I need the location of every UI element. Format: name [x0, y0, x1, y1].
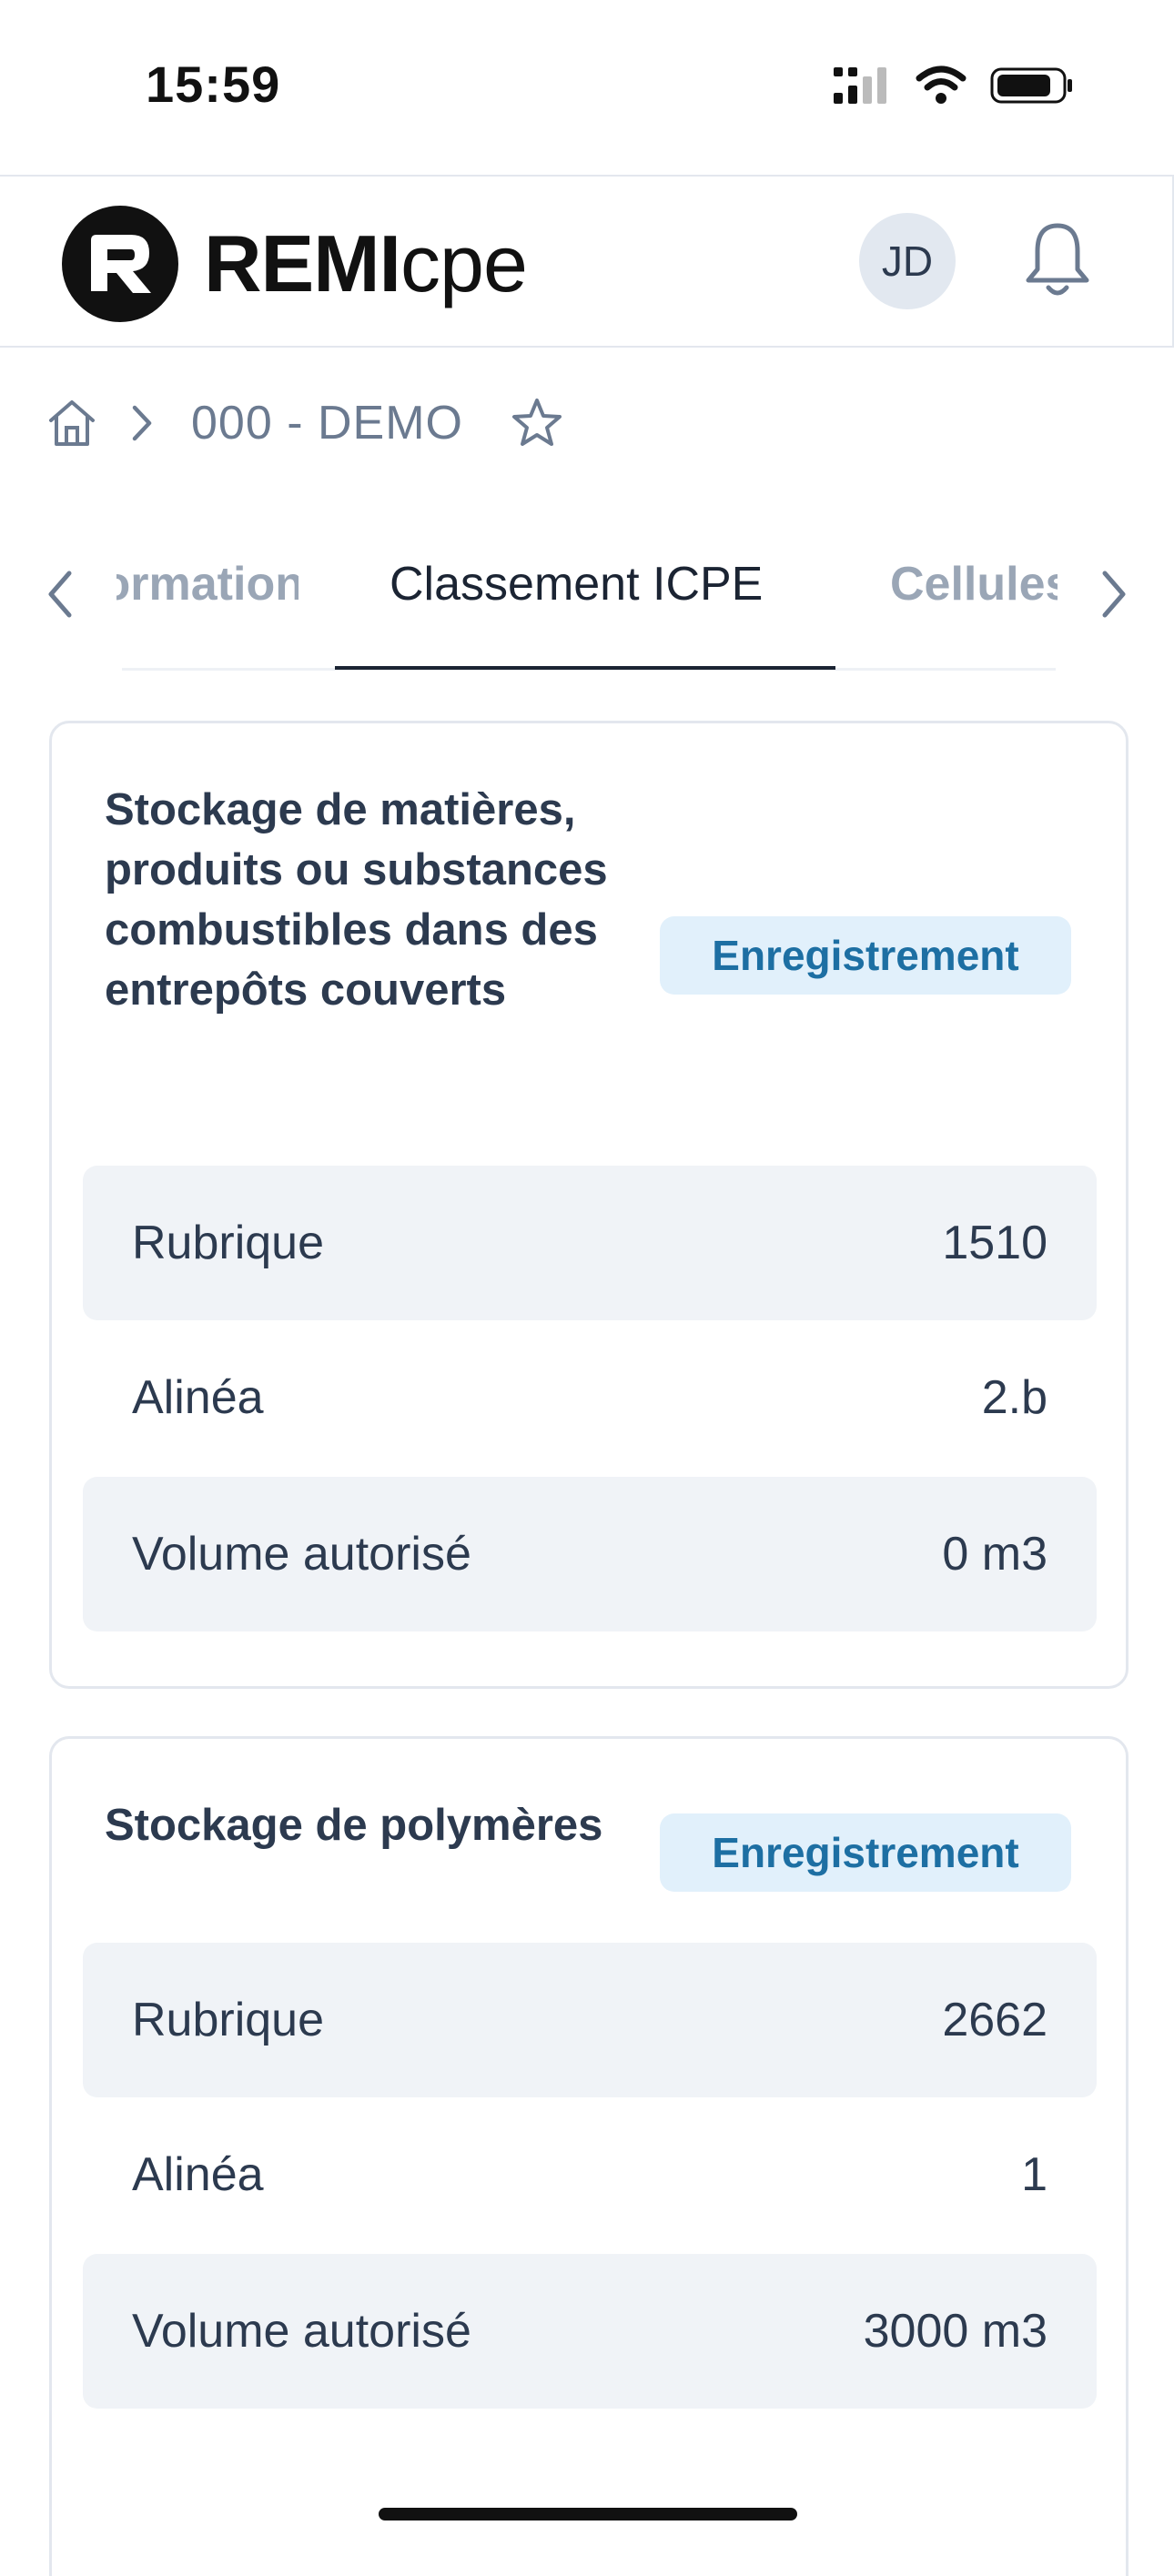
classification-card: Stockage de matières, produits ou substa…: [49, 721, 1128, 1689]
avatar[interactable]: JD: [859, 213, 956, 309]
status-time: 15:59: [146, 56, 281, 113]
card-title: Stockage de polymères: [105, 1801, 603, 1850]
logo-text: REMIcpe: [204, 217, 528, 310]
classification-card: Stockage de polymères Enregistrement Rub…: [49, 1736, 1128, 2576]
row-label: Volume autorisé: [132, 1528, 471, 1581]
status-badge: Enregistrement: [660, 1813, 1071, 1892]
tab-bar: Informations Classement ICPE Cellules: [0, 510, 1174, 673]
row-label: Rubrique: [132, 1217, 325, 1269]
row-value: 2.b: [981, 1371, 1047, 1424]
chevron-right-icon[interactable]: [1090, 562, 1136, 626]
breadcrumb: 000 - DEMO: [46, 391, 565, 455]
home-indicator[interactable]: [379, 2508, 797, 2520]
status-badge: Enregistrement: [660, 916, 1071, 995]
cellular-signal-icon: [834, 67, 886, 104]
row-value: 0 m3: [942, 1528, 1047, 1581]
row-label: Rubrique: [132, 1994, 325, 2046]
table-row: Rubrique 2662: [83, 1943, 1097, 2097]
table-row: Alinéa 1: [83, 2097, 1097, 2252]
wifi-icon: [916, 66, 967, 104]
row-label: Volume autorisé: [132, 2305, 471, 2358]
tab-classement-icpe[interactable]: Classement ICPE: [390, 557, 763, 611]
active-tab-indicator: [335, 666, 835, 670]
row-value: 3000 m3: [863, 2305, 1047, 2358]
logo-text-light: cpe: [400, 218, 528, 308]
row-label: Alinéa: [132, 1371, 264, 1424]
tab-cellules[interactable]: Cellules: [890, 557, 1058, 611]
row-value: 1: [1021, 2148, 1047, 2201]
status-icons: [834, 66, 1074, 106]
row-value: 2662: [942, 1994, 1047, 2046]
battery-icon: [990, 67, 1072, 104]
app-logo[interactable]: REMIcpe: [60, 204, 528, 324]
breadcrumb-current[interactable]: 000 - DEMO: [191, 396, 463, 450]
table-row: Volume autorisé 3000 m3: [83, 2254, 1097, 2409]
row-value: 1510: [942, 1217, 1047, 1269]
star-icon[interactable]: [509, 395, 565, 451]
logo-mark-icon: [62, 206, 178, 322]
logo-text-bold: REMI: [204, 218, 401, 308]
table-row: Volume autorisé 0 m3: [83, 1477, 1097, 1631]
home-icon[interactable]: [46, 397, 98, 450]
row-label: Alinéa: [132, 2148, 264, 2201]
tab-informations-label: Informations: [116, 558, 299, 611]
app-header: REMIcpe JD: [0, 175, 1174, 348]
table-row: Alinéa 2.b: [83, 1320, 1097, 1475]
status-bar: 15:59: [0, 0, 1174, 173]
chevron-left-icon[interactable]: [38, 562, 84, 626]
bell-icon[interactable]: [1021, 218, 1094, 300]
table-row: Rubrique 1510: [83, 1166, 1097, 1320]
chevron-right-icon: [132, 405, 152, 441]
tab-informations[interactable]: Informations: [116, 557, 299, 611]
card-title: Stockage de matières, produits ou substa…: [105, 785, 608, 1015]
